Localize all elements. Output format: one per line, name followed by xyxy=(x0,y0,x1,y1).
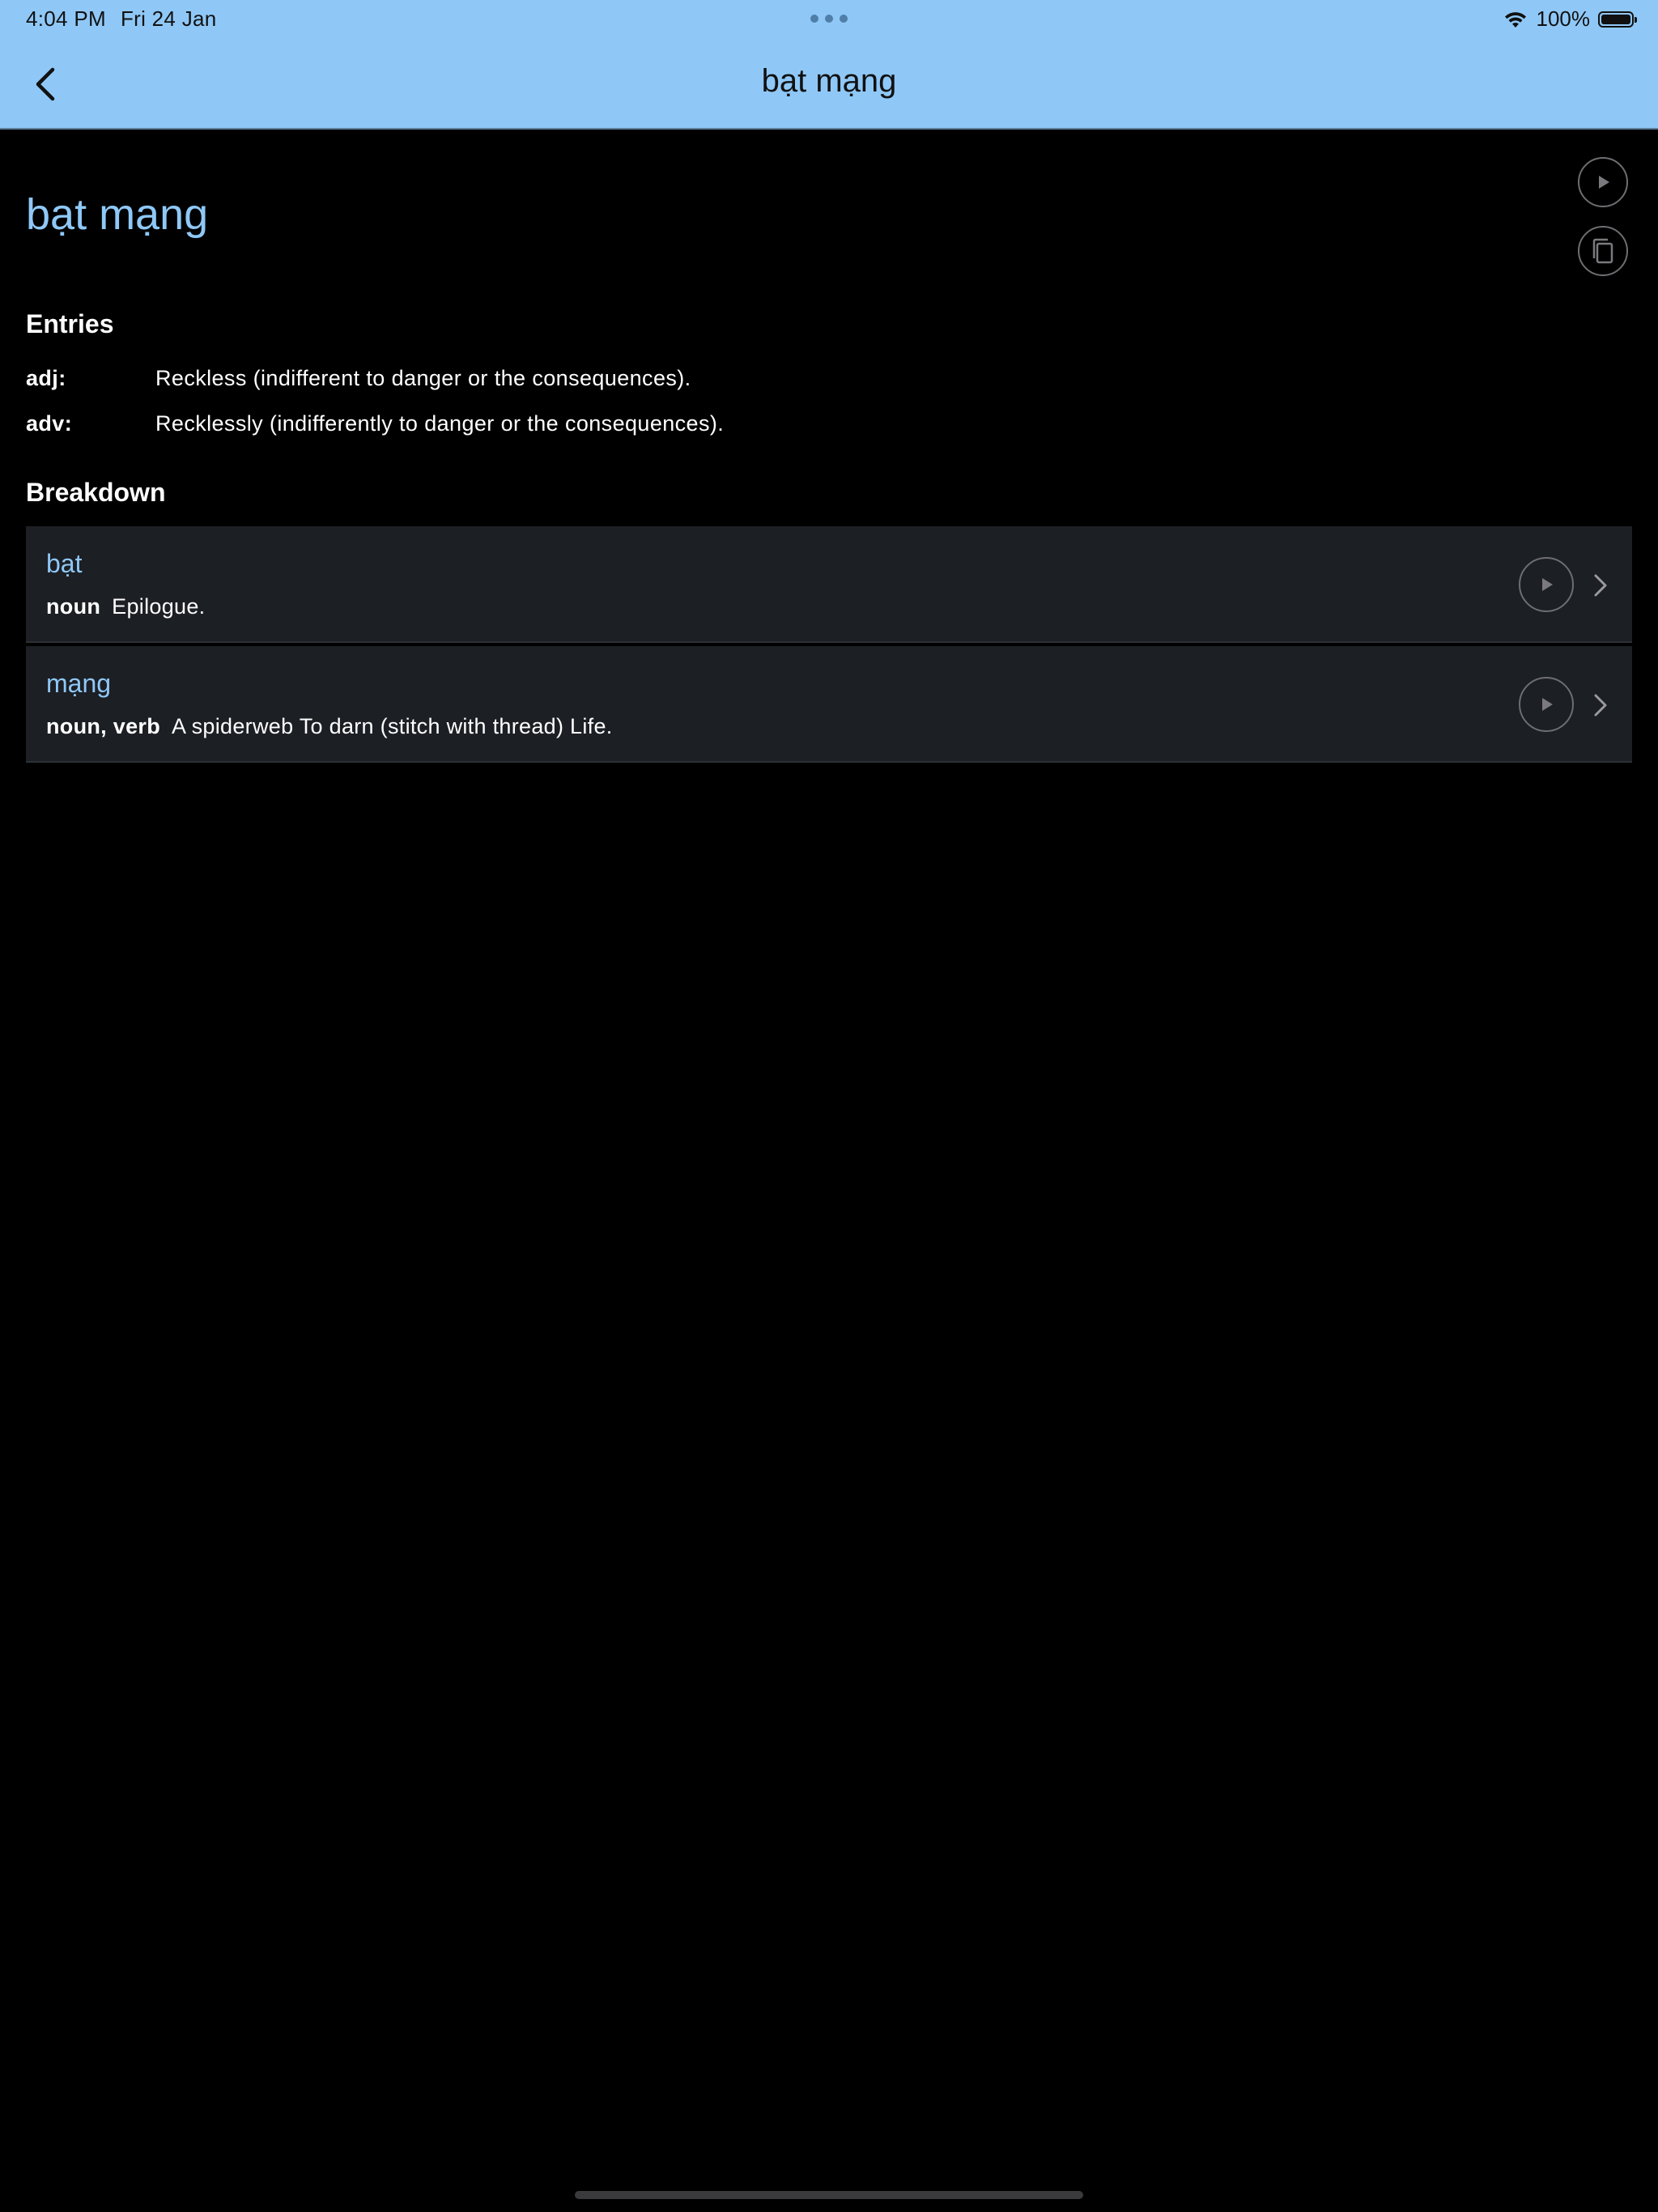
multitasking-dots-icon[interactable] xyxy=(810,15,848,23)
play-icon xyxy=(1542,698,1553,711)
entry-part-of-speech: adj: xyxy=(26,366,66,390)
play-icon xyxy=(1542,578,1553,591)
entry-definition: Reckless (indifferent to danger or the c… xyxy=(155,366,691,390)
copy-icon xyxy=(1592,238,1613,264)
status-time-date: 4:04 PM Fri 24 Jan xyxy=(26,6,232,32)
chevron-right-icon xyxy=(1594,694,1607,717)
play-icon xyxy=(1599,176,1609,189)
breakdown-word: bạt xyxy=(46,549,83,578)
breakdown-definition: A spiderweb To darn (stitch with thread)… xyxy=(172,714,613,738)
breakdown-definition: Epilogue. xyxy=(112,594,206,619)
copy-button[interactable] xyxy=(1578,226,1628,276)
status-time: 4:04 PM xyxy=(26,6,106,31)
breakdown-play-button[interactable] xyxy=(1519,557,1574,612)
wifi-icon xyxy=(1504,11,1526,28)
breakdown-item-mang[interactable]: mạng noun, verb A spiderweb To darn (stit… xyxy=(26,646,1632,763)
battery-icon xyxy=(1598,11,1637,28)
entries-heading: Entries xyxy=(26,309,114,338)
entry-part-of-speech: adv: xyxy=(26,411,73,436)
breakdown-item-bat[interactable]: bạt noun Epilogue. xyxy=(26,526,1632,643)
entry-definition: Recklessly (indifferently to danger or t… xyxy=(155,411,725,436)
breakdown-heading: Breakdown xyxy=(26,478,166,507)
home-indicator[interactable] xyxy=(575,2191,1083,2199)
breakdown-play-button[interactable] xyxy=(1519,677,1574,732)
play-pronunciation-button[interactable] xyxy=(1578,157,1628,207)
battery-percentage: 100% xyxy=(1536,6,1591,31)
breakdown-definition-line: noun Epilogue. xyxy=(46,594,205,619)
breakdown-open-button[interactable] xyxy=(1587,691,1614,719)
chevron-right-icon xyxy=(1594,574,1607,597)
breakdown-word: mạng xyxy=(46,669,112,698)
breakdown-part-of-speech: noun xyxy=(46,594,101,619)
breakdown-part-of-speech: noun, verb xyxy=(46,714,161,738)
word-title: bạt mạng xyxy=(26,190,209,239)
breakdown-definition-line: noun, verb A spiderweb To darn (stitch wi… xyxy=(46,714,613,739)
word-detail-screen: 4:04 PM Fri 24 Jan 100% bạt mạng bạt mạng xyxy=(0,0,1658,2212)
breakdown-open-button[interactable] xyxy=(1587,572,1614,599)
status-date: Fri 24 Jan xyxy=(120,6,217,31)
nav-title: bạt mạng xyxy=(761,63,897,99)
status-indicators: 100% xyxy=(1503,6,1637,32)
header-bar: 4:04 PM Fri 24 Jan 100% bạt mạng xyxy=(0,0,1658,130)
